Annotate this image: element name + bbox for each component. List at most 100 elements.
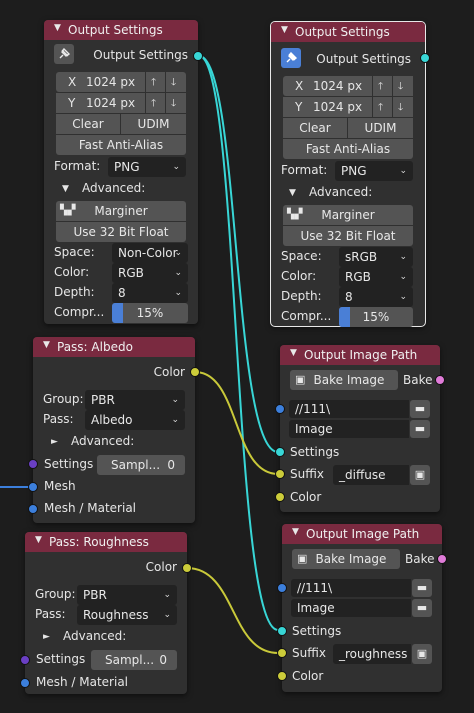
udim-button[interactable]: UDIM [348,118,413,138]
udim-button[interactable]: UDIM [121,114,186,134]
pass-roughness-node[interactable]: ▼ Pass: Roughness Color Group: PBR ⌄ Pas… [20,532,192,694]
chevron-down-icon[interactable]: ▼ [35,535,42,545]
y-resolution-field[interactable]: Y 1024 px [56,93,146,113]
node-header[interactable]: ▼ Output Image Path [282,524,442,544]
depth-dropdown[interactable]: 8 ⌄ [339,287,413,307]
samples-field[interactable]: Sampl... 0 [97,455,185,475]
suffix-input[interactable]: _roughness [333,644,411,664]
node-header[interactable]: ▼ Output Settings [271,22,425,42]
path-input-socket[interactable] [275,404,285,414]
arrow-down-icon[interactable]: 🡓 [166,72,186,92]
marginer-button[interactable]: ▚▞ Marginer [56,201,186,221]
file-browse-icon[interactable]: ▣ [410,465,430,485]
folder-icon[interactable]: ▬ [410,420,430,438]
pass-dropdown[interactable]: Albedo ⌄ [85,410,185,430]
triangle-down-icon[interactable]: ▼ [289,188,296,198]
output-settings-node-right[interactable]: ▼ Output Settings Output Settings X 1024… [270,21,430,327]
pin-icon[interactable] [54,44,74,64]
bake-image-button[interactable]: ▣ Bake Image [292,549,400,569]
settings-input-socket[interactable] [20,655,30,665]
triangle-right-icon[interactable]: ► [51,437,58,447]
chevron-down-icon[interactable]: ▼ [290,348,297,358]
image-name-input[interactable]: Image [289,420,409,438]
space-dropdown[interactable]: Non-Color ⌄ [112,243,188,263]
mesh-input-socket[interactable] [28,482,38,492]
suffix-input-socket[interactable] [277,648,287,658]
pass-albedo-node[interactable]: ▼ Pass: Albedo Color Group: PBR ⌄ Pass: … [28,337,200,523]
compression-slider[interactable]: 15% [112,303,188,323]
samples-field[interactable]: Sampl... 0 [91,650,177,670]
group-dropdown[interactable]: PBR ⌄ [77,585,177,605]
clear-button[interactable]: Clear [283,118,347,138]
arrow-up-icon[interactable]: 🡑 [373,97,393,117]
settings-input-socket[interactable] [277,626,287,636]
pass-dropdown[interactable]: Roughness ⌄ [77,605,177,625]
chevron-down-icon[interactable]: ▼ [292,527,299,537]
bake-output-socket[interactable] [435,375,445,385]
fast-anti-alias-button[interactable]: Fast Anti-Alias [56,135,186,155]
compression-slider[interactable]: 15% [339,307,413,327]
color-dropdown[interactable]: RGB ⌄ [112,263,188,283]
advanced-label[interactable]: Advanced: [309,185,372,199]
node-header[interactable]: ▼ Pass: Roughness [25,532,187,552]
image-name-input[interactable]: Image [291,599,411,617]
use-32-bit-float-toggle[interactable]: Use 32 Bit Float [56,222,186,242]
format-dropdown[interactable]: PNG ⌄ [108,157,186,177]
arrow-down-icon[interactable]: 🡓 [393,97,413,117]
triangle-right-icon[interactable]: ► [43,632,50,642]
arrow-down-icon[interactable]: 🡓 [393,76,413,96]
chevron-down-icon: ⌄ [174,268,182,278]
chevron-down-icon[interactable]: ▼ [54,23,61,33]
chevron-down-icon[interactable]: ▼ [281,25,288,35]
depth-dropdown[interactable]: 8 ⌄ [112,283,188,303]
chevron-down-icon[interactable]: ▼ [43,340,50,350]
arrow-up-icon[interactable]: 🡑 [373,76,393,96]
mesh-material-input-socket[interactable] [28,504,38,514]
suffix-input-socket[interactable] [275,469,285,479]
node-header[interactable]: ▼ Pass: Albedo [33,337,195,357]
node-header[interactable]: ▼ Output Settings [44,20,198,40]
settings-input-socket[interactable] [275,447,285,457]
clear-button[interactable]: Clear [56,114,120,134]
pin-icon[interactable] [281,48,301,68]
x-resolution-field[interactable]: X 1024 px [283,76,373,96]
x-resolution-field[interactable]: X 1024 px [56,72,146,92]
path-input[interactable]: //111\ [291,579,411,597]
arrow-up-icon[interactable]: 🡑 [146,93,166,113]
group-dropdown[interactable]: PBR ⌄ [85,390,185,410]
color-output-socket[interactable] [190,367,200,377]
advanced-label[interactable]: Advanced: [71,434,134,448]
folder-icon[interactable]: ▬ [412,579,432,597]
triangle-down-icon[interactable]: ▼ [62,184,69,194]
output-settings-socket[interactable] [193,51,203,61]
format-dropdown[interactable]: PNG ⌄ [335,161,413,181]
node-header[interactable]: ▼ Output Image Path [280,345,440,365]
path-input-socket[interactable] [277,583,287,593]
arrow-down-icon[interactable]: 🡓 [166,93,186,113]
y-resolution-field[interactable]: Y 1024 px [283,97,373,117]
marginer-button[interactable]: ▚▞ Marginer [283,205,413,225]
fast-anti-alias-button[interactable]: Fast Anti-Alias [283,139,413,159]
color-input-socket[interactable] [275,492,285,502]
settings-input-socket[interactable] [28,459,38,469]
arrow-up-icon[interactable]: 🡑 [146,72,166,92]
bake-output-socket[interactable] [437,554,447,564]
color-input-socket[interactable] [277,671,287,681]
advanced-label[interactable]: Advanced: [82,181,145,195]
path-input[interactable]: //111\ [289,400,409,418]
file-browse-icon[interactable]: ▣ [412,644,432,664]
output-settings-socket[interactable] [420,53,430,63]
bake-image-button[interactable]: ▣ Bake Image [290,370,398,390]
color-dropdown[interactable]: RGB ⌄ [339,267,413,287]
output-image-path-node-albedo[interactable]: ▼ Output Image Path ▣ Bake Image Bake //… [275,345,445,512]
space-dropdown[interactable]: sRGB ⌄ [339,247,413,267]
advanced-label[interactable]: Advanced: [63,629,126,643]
mesh-material-input-socket[interactable] [20,678,30,688]
suffix-input[interactable]: _diffuse [333,465,409,485]
color-output-socket[interactable] [182,563,192,573]
folder-icon[interactable]: ▬ [412,599,432,617]
output-settings-node-left[interactable]: ▼ Output Settings Output Settings X 1024… [44,20,203,324]
folder-icon[interactable]: ▬ [410,400,430,418]
use-32-bit-float-toggle[interactable]: Use 32 Bit Float [283,226,413,246]
output-image-path-node-roughness[interactable]: ▼ Output Image Path ▣ Bake Image Bake //… [277,524,447,692]
